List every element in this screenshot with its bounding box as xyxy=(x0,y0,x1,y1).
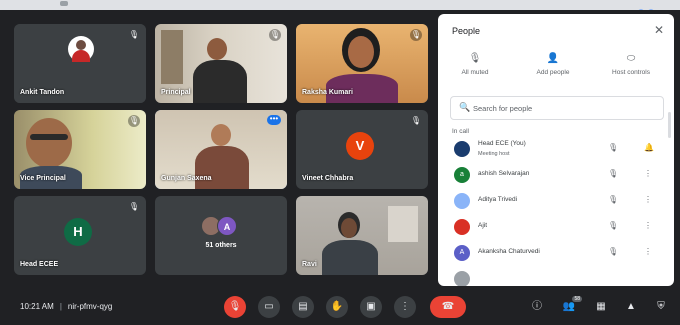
captions-button[interactable]: ▤ xyxy=(292,296,314,318)
participant-tile[interactable]: 🎙 Vice Principal xyxy=(14,110,146,189)
list-item[interactable]: Head ECE (You) Meeting host 🎙 🔔 xyxy=(438,138,674,163)
list-item[interactable]: Aditya Trivedi 🎙 ⋮ xyxy=(438,190,674,215)
action-label: Host controls xyxy=(612,69,650,76)
participant-tile[interactable]: H 🎙 Head ECEE xyxy=(14,196,146,275)
host-controls-icon[interactable]: ⛨ xyxy=(654,300,668,314)
person-name: Aditya Trivedi xyxy=(478,196,518,203)
participant-avatar xyxy=(68,36,94,62)
person-avatar xyxy=(454,141,470,157)
person-name: ashish Selvarajan xyxy=(478,170,530,177)
person-avatar: A xyxy=(454,245,470,261)
meeting-code[interactable]: nir-pfmv-qyg xyxy=(68,302,112,311)
leave-call-button[interactable]: ☎ xyxy=(430,296,466,318)
search-input[interactable] xyxy=(473,100,653,116)
participant-avatar: A xyxy=(217,216,237,236)
activities-icon[interactable]: ▲ xyxy=(624,300,638,314)
meeting-time: 10:21 AM xyxy=(20,302,54,311)
person-role: Meeting host xyxy=(478,151,510,157)
people-icon[interactable]: 👥 58 xyxy=(562,296,582,314)
more-options-icon[interactable]: ••• xyxy=(267,115,281,125)
host-controls-button[interactable]: ⬭ Host controls xyxy=(598,52,664,76)
participant-tile-active[interactable]: ••• Gunjan Saxena xyxy=(155,110,287,189)
camera-toggle-button[interactable]: ▭ xyxy=(258,296,280,318)
browser-address-strip xyxy=(0,0,680,15)
mic-off-icon: 🎙 xyxy=(410,116,422,125)
info-icon[interactable]: ⓘ xyxy=(530,300,544,314)
participant-name: Ravi xyxy=(302,261,317,268)
mic-off-icon[interactable]: 🎙 xyxy=(608,221,618,230)
mute-all-button[interactable]: 🎙 All muted xyxy=(442,52,508,76)
person-avatar xyxy=(454,271,470,286)
meeting-info: 10:21 AM | nir-pfmv-qyg xyxy=(20,302,113,311)
list-item[interactable]: a ashish Selvarajan 🎙 ⋮ xyxy=(438,164,674,189)
mic-off-icon[interactable]: 🎙 xyxy=(608,195,618,204)
person-avatar: a xyxy=(454,167,470,183)
person-name: Ajit xyxy=(478,222,488,229)
pin-icon[interactable]: 🔔 xyxy=(644,143,654,152)
close-icon[interactable]: ✕ xyxy=(654,23,664,37)
more-vert-icon[interactable]: ⋮ xyxy=(644,169,652,178)
mic-off-icon: 🎙 xyxy=(128,115,140,127)
mic-off-icon: 🎙 xyxy=(468,53,482,64)
present-screen-button[interactable]: ▣ xyxy=(360,296,382,318)
participant-tile[interactable]: 🎙 Principal xyxy=(155,24,287,103)
mic-off-icon: 🎙 xyxy=(269,29,281,41)
list-item[interactable] xyxy=(438,268,674,286)
participant-tile[interactable]: 🎙 Ankit Tandon xyxy=(14,24,146,103)
raise-hand-button[interactable]: ✋ xyxy=(326,296,348,318)
chat-icon[interactable]: ▦ xyxy=(594,300,608,314)
participant-name: Vineet Chhabra xyxy=(302,175,354,182)
participant-name: Vice Principal xyxy=(20,175,66,182)
search-icon: 🔍 xyxy=(459,102,471,112)
action-label: All muted xyxy=(461,69,489,76)
mic-off-icon: 🎙 xyxy=(128,30,140,39)
person-avatar xyxy=(454,193,470,209)
participant-avatar: V xyxy=(346,132,374,160)
person-avatar xyxy=(454,219,470,235)
person-name: Head ECE (You) xyxy=(478,140,526,147)
mic-off-icon[interactable]: 🎙 xyxy=(608,143,618,152)
more-vert-icon[interactable]: ⋮ xyxy=(644,247,652,256)
add-person-icon: 👤 xyxy=(546,53,560,64)
action-label: Add people xyxy=(536,69,570,76)
toggle-icon: ⬭ xyxy=(626,53,636,64)
participant-tile[interactable]: 🎙 Raksha Kumari xyxy=(296,24,428,103)
list-item[interactable]: Ajit 🎙 ⋮ xyxy=(438,216,674,241)
url-bar[interactable] xyxy=(60,1,310,9)
mic-toggle-button[interactable]: 🎙 xyxy=(224,296,246,318)
more-vert-icon[interactable]: ⋮ xyxy=(644,195,652,204)
browser-extension-icons[interactable] xyxy=(634,2,672,15)
participant-tile[interactable]: V 🎙 Vineet Chhabra xyxy=(296,110,428,189)
panel-title: People xyxy=(452,26,481,36)
participant-avatar: H xyxy=(64,218,92,246)
people-panel: People ✕ 🎙 All muted 👤 Add people ⬭ Host… xyxy=(438,14,674,286)
participant-name: Gunjan Saxena xyxy=(161,175,212,182)
mic-off-icon[interactable]: 🎙 xyxy=(608,247,618,256)
panel-scrollbar[interactable] xyxy=(668,112,671,138)
participants-count-badge: 58 xyxy=(572,296,582,302)
others-tile[interactable]: A 51 others xyxy=(155,196,287,275)
participant-name: Raksha Kumari xyxy=(302,89,353,96)
participant-tile[interactable]: Ravi xyxy=(296,196,428,275)
section-label: In call xyxy=(452,128,469,135)
mic-off-icon: 🎙 xyxy=(410,29,422,41)
others-count-label: 51 others xyxy=(205,242,237,249)
mic-off-icon[interactable]: 🎙 xyxy=(608,169,618,178)
more-options-button[interactable]: ⋮ xyxy=(394,296,416,318)
meeting-controls-bar: 10:21 AM | nir-pfmv-qyg 🎙 ▭ ▤ ✋ ▣ ⋮ ☎ ⓘ 👥 5… xyxy=(0,292,680,325)
person-name: Akanksha Chaturvedi xyxy=(478,248,540,255)
add-people-button[interactable]: 👤 Add people xyxy=(520,52,586,76)
mic-off-icon: 🎙 xyxy=(128,202,140,211)
participant-name: Principal xyxy=(161,89,191,96)
people-search[interactable]: 🔍 xyxy=(450,96,664,120)
list-item[interactable]: A Akanksha Chaturvedi 🎙 ⋮ xyxy=(438,242,674,267)
participant-name: Head ECEE xyxy=(20,261,59,268)
more-vert-icon[interactable]: ⋮ xyxy=(644,221,652,230)
participant-name: Ankit Tandon xyxy=(20,89,65,96)
meet-window: 🎙 Ankit Tandon 🎙 Principal 🎙 Raksha Kuma… xyxy=(0,10,680,325)
